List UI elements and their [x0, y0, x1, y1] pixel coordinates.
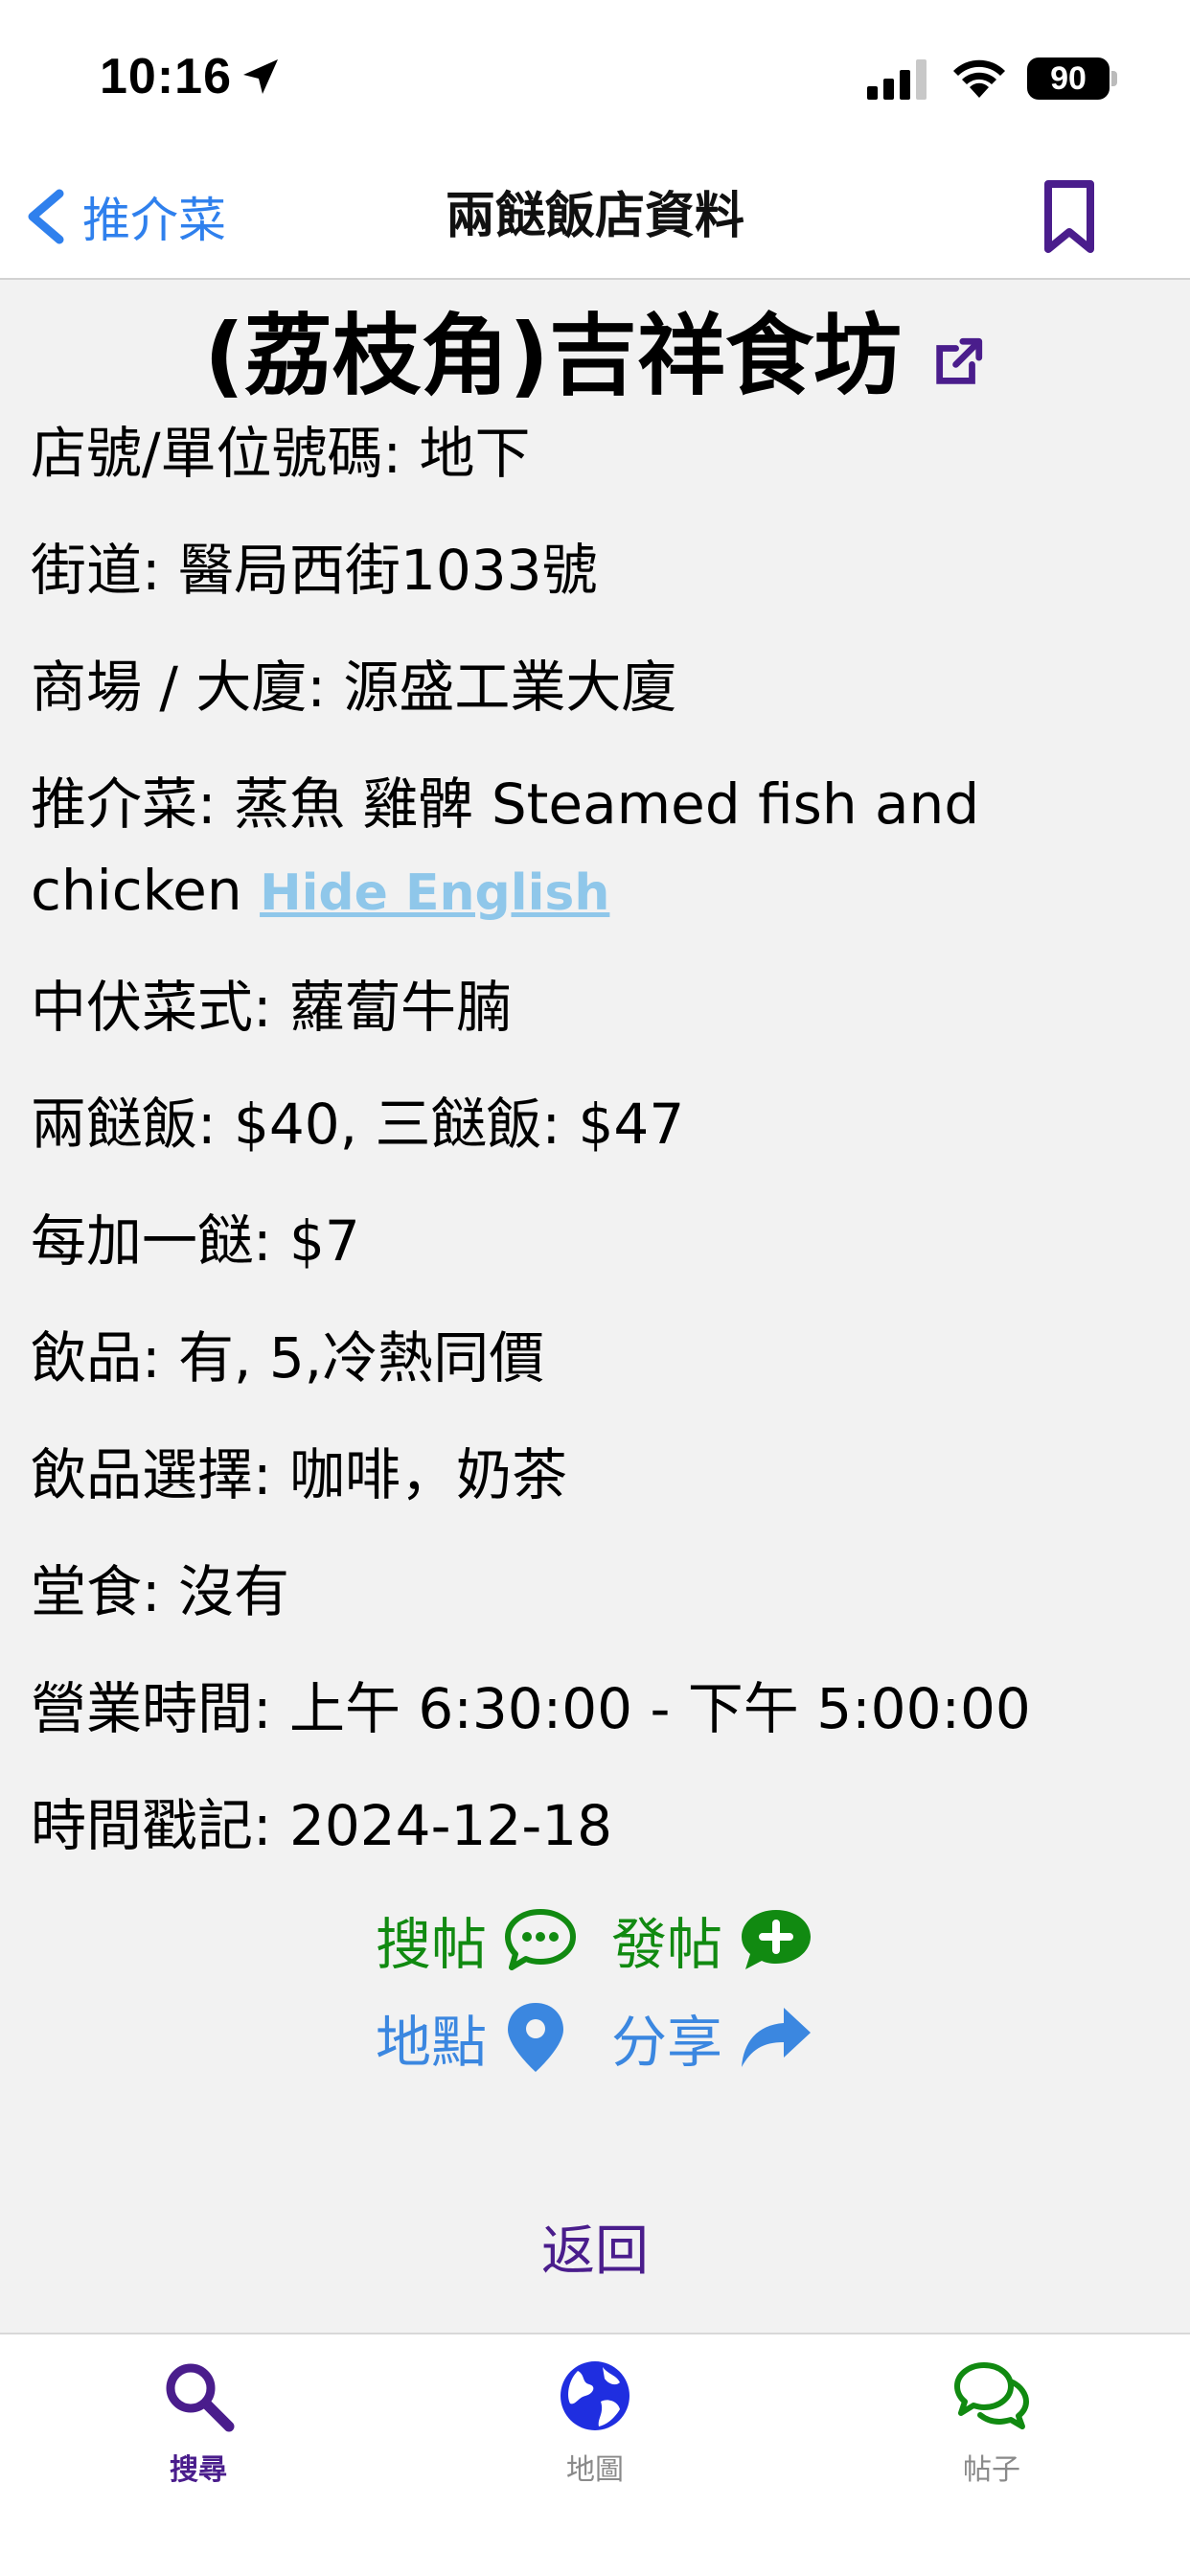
back-button-label: 推介菜: [82, 193, 226, 248]
recommended-dishes: 推介菜: 蒸魚 雞髀 Steamed fish and chicken Hide…: [31, 761, 1161, 936]
tab-posts[interactable]: 帖子: [793, 2334, 1190, 2526]
comments-icon: [954, 2362, 1029, 2429]
location-button[interactable]: 地點: [376, 1997, 569, 2078]
shop-number: 店號/單位號碼: 地下: [31, 421, 531, 486]
recommended-dishes-english: chicken: [31, 858, 242, 923]
share-button[interactable]: 分享: [611, 1997, 814, 2078]
share-label: 分享: [611, 2010, 723, 2075]
hide-english-link[interactable]: Hide English: [260, 864, 609, 922]
new-post-button[interactable]: 發帖: [611, 1899, 814, 1980]
building: 商場 / 大廈: 源盛工業大廈: [31, 655, 677, 720]
drink-choice: 飲品選擇: 咖啡，奶茶: [31, 1442, 567, 1507]
tab-map[interactable]: 地圖: [397, 2334, 793, 2526]
return-link[interactable]: 返回: [0, 2208, 1190, 2286]
bookmark-icon[interactable]: [1042, 178, 1096, 255]
tab-posts-label: 帖子: [963, 2453, 1020, 2487]
timestamp: 時間戳記: 2024-12-18: [31, 1793, 613, 1858]
navigation-bar: 推介菜 兩餸飯店資料: [0, 153, 1190, 280]
back-button[interactable]: 推介菜: [23, 180, 226, 253]
location-arrow-icon: [243, 59, 278, 94]
battery-cap: [1111, 71, 1117, 86]
share-arrow-icon: [742, 2008, 812, 2067]
opening-hours: 營業時間: 上午 6:30:00 - 下午 5:00:00: [31, 1676, 1031, 1741]
tab-bar: 搜尋 地圖 帖子: [0, 2333, 1190, 2576]
restaurant-name: (荔枝角)吉祥食坊: [0, 299, 1190, 414]
dine-in: 堂食: 沒有: [31, 1559, 289, 1624]
location-label: 地點: [376, 2010, 488, 2075]
status-time: 10:16: [100, 49, 232, 104]
tab-search-label: 搜尋: [170, 2453, 227, 2487]
battery-icon: 90: [1027, 58, 1110, 100]
globe-icon: [561, 2361, 629, 2430]
search-posts-button[interactable]: 搜帖: [376, 1899, 579, 1980]
street: 街道: 醫局西街1033號: [31, 538, 598, 603]
map-pin-icon: [508, 2003, 564, 2072]
cellular-signal-icon: [867, 59, 927, 100]
drinks: 飲品: 有, 5,冷熱同價: [31, 1325, 545, 1391]
chevron-left-icon: [28, 189, 64, 244]
external-link-icon[interactable]: [930, 334, 986, 390]
extra-dish-price: 每加一餸: $7: [31, 1208, 360, 1274]
tab-map-label: 地圖: [566, 2453, 624, 2487]
search-posts-label: 搜帖: [376, 1912, 488, 1977]
status-bar: 10:16 90: [0, 0, 1190, 153]
comment-plus-icon: [742, 1910, 812, 1969]
bad-dish: 中伏菜式: 蘿蔔牛腩: [31, 975, 512, 1040]
comment-dots-icon: [505, 1909, 577, 1970]
wifi-icon: [953, 59, 1005, 98]
recommended-dishes-text: 推介菜: 蒸魚 雞髀 Steamed fish and: [31, 771, 980, 837]
new-post-label: 發帖: [611, 1912, 723, 1977]
search-icon: [166, 2363, 235, 2432]
tab-search[interactable]: 搜尋: [0, 2334, 397, 2526]
restaurant-name-text: (荔枝角)吉祥食坊: [203, 305, 903, 407]
price: 兩餸飯: $40, 三餸飯: $47: [31, 1092, 685, 1157]
